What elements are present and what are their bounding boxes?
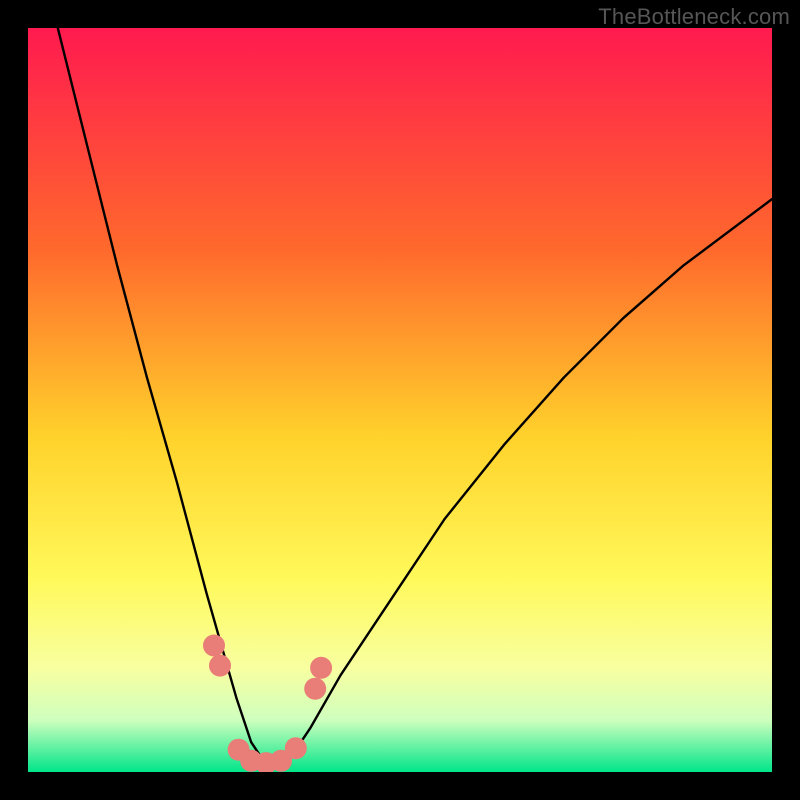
data-marker [285,737,307,759]
bottleneck-curve-svg [28,28,772,772]
watermark-text: TheBottleneck.com [598,4,790,30]
bottleneck-curve [58,28,772,765]
data-marker [209,655,231,677]
chart-frame: TheBottleneck.com [0,0,800,800]
data-marker [203,635,225,657]
data-marker [304,678,326,700]
marker-group [203,635,332,773]
data-marker [310,657,332,679]
plot-area [28,28,772,772]
